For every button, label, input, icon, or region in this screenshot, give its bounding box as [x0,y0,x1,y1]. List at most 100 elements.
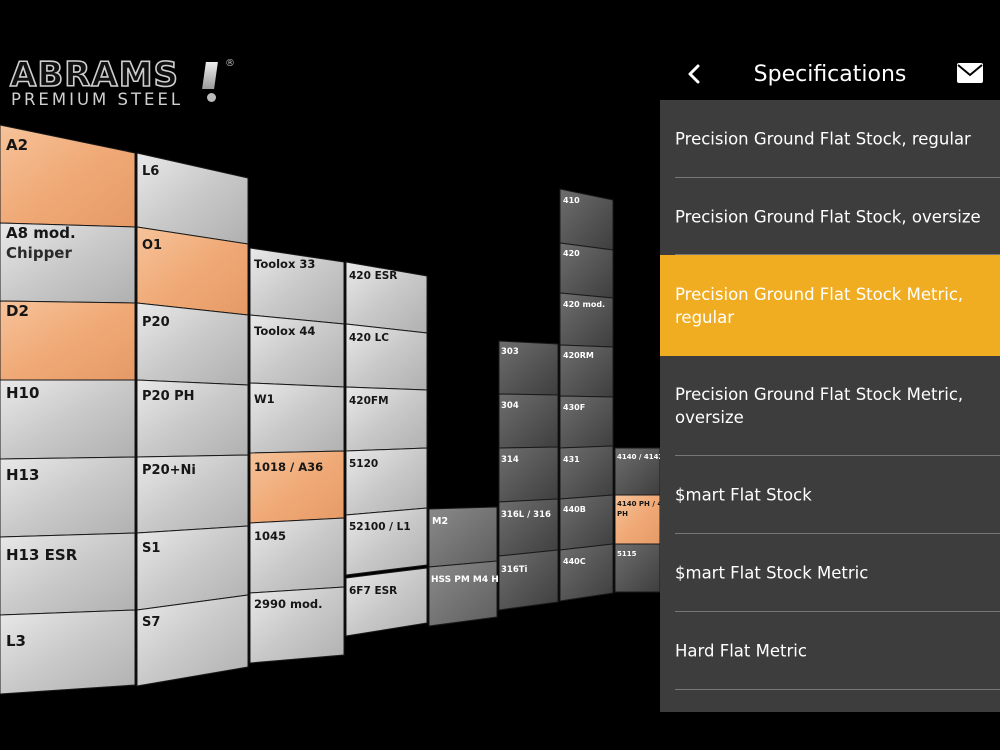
grade-tile[interactable]: 304 [498,393,559,449]
grade-tile[interactable]: 316L / 316 [498,498,559,557]
grade-tile[interactable]: 431 [559,445,614,500]
spec-item[interactable]: Hard Flat Metric [660,612,1000,690]
grade-tile-label: 316L / 316 [501,510,551,520]
grade-tile-label: 52100 / L1 [349,521,411,533]
grade-tile[interactable]: D2 [0,300,136,381]
grade-tile[interactable]: 430F [559,395,614,449]
grade-tile[interactable]: 1018 / A36 [249,450,345,524]
grade-tile-label: L3 [6,632,26,650]
grade-tile[interactable]: 316Ti [498,549,559,611]
grade-tile[interactable]: Toolox 33 [249,247,345,325]
grade-tile-label: 316Ti [501,565,528,575]
grade-tile-label: P20+Ni [142,463,196,478]
grade-tile[interactable]: H13 [0,456,136,538]
spec-item[interactable]: Precision Ground Flat Stock, regular [660,100,1000,178]
grade-tile[interactable]: Toolox 44 [249,314,345,388]
grade-tile[interactable]: 410 [559,188,614,251]
grade-tile-label: 420 [563,249,580,258]
spec-item-label: Precision Ground Flat Stock Metric, over… [675,385,964,427]
grade-tile[interactable]: 440B [559,494,614,551]
grade-tile-label: 4140 / 4142 [617,453,664,461]
grade-tile-label: 304 [501,401,519,411]
grade-tile[interactable]: 314 [498,446,559,503]
grade-tile-label: 420 LC [349,332,389,344]
spec-item-label: $mart Flat Stock Metric [675,563,869,583]
grade-tile[interactable]: P20 PH [136,379,249,458]
spec-item-label: $mart Flat Stock [675,485,812,505]
grade-tile-label: 430F [563,403,585,412]
grade-tile[interactable]: 440C [559,543,614,602]
spec-item[interactable]: $mart Flat Stock Metric [660,534,1000,612]
grade-tile-face [498,549,559,611]
grade-tile-label: 420RM [563,351,594,360]
grade-tile[interactable]: 2990 mod. [249,586,345,664]
grade-tile-label: S1 [142,541,160,556]
grade-tile-label: P20 PH [142,389,195,404]
grade-tile[interactable]: 420 mod. [559,292,614,348]
grade-tile[interactable]: HSS PM M4 HC [428,560,506,627]
grade-tile[interactable]: A2 [0,124,136,228]
grade-tile[interactable]: W1 [249,382,345,454]
grade-tile-label: 1018 / A36 [254,460,323,474]
spec-item[interactable]: Precision Ground Flat Stock, oversize [660,178,1000,255]
grade-tile-face [345,567,428,637]
spec-item[interactable]: Precision Ground Flat Stock Metric, regu… [660,255,1000,356]
grade-tile-label: S7 [142,615,160,630]
grade-tile[interactable]: H13 ESR [0,532,136,616]
grade-tile-face [559,445,614,500]
grade-tile-label: H13 ESR [6,546,78,564]
grade-tile-label: 420 mod. [563,300,605,309]
grade-tile-label: 314 [501,455,519,465]
grade-tile[interactable]: A8 mod. Chipper [0,222,136,304]
grade-tile[interactable]: P20 [136,302,249,386]
specifications-header: Specifications [660,0,1000,100]
grade-tile[interactable]: 52100 / L1 [345,507,428,576]
grade-tile[interactable]: S7 [136,594,249,687]
grade-tile[interactable]: L3 [0,609,136,695]
grade-tile-label: L6 [142,164,159,179]
grade-tile[interactable]: 5115 [614,543,661,593]
grade-tile-face [559,494,614,551]
grade-tile-label: 2990 mod. [254,597,323,611]
grade-tile-label: 420 ESR [349,270,397,282]
spec-item[interactable]: Precision Ground Flat Stock Metric, over… [660,356,1000,456]
grade-tile-label: A8 mod. [6,224,76,242]
grade-tile-label: Toolox 44 [254,324,315,338]
grade-tile[interactable]: 420 ESR [345,261,428,334]
spec-item-label: Precision Ground Flat Stock Metric, regu… [675,284,964,327]
grade-tile[interactable]: 5120 [345,447,428,516]
grade-tile[interactable]: P20+Ni [136,454,249,534]
spec-item-label: Precision Ground Flat Stock, regular [675,129,971,149]
spec-item-label: Precision Ground Flat Stock, oversize [675,207,981,226]
grade-tile-face [345,507,428,576]
grade-tile[interactable]: 420 [559,242,614,299]
grade-tile[interactable]: 420 LC [345,323,428,391]
grade-tile[interactable]: 4140 / 4142 [614,447,664,496]
grade-tile-label: H10 [6,384,39,402]
page-title: Specifications [753,62,907,87]
spec-item[interactable]: $mart Flat Stock [660,456,1000,534]
grade-tile[interactable]: 6F7 ESR [345,567,428,637]
grade-tile-label: M2 [432,516,448,527]
grade-tile[interactable]: M2 [428,506,498,568]
grade-tile-label: W1 [254,392,275,406]
grade-tile[interactable]: 1045 [249,517,345,594]
grade-tile-label: 420FM [349,395,389,407]
grade-tile-label: 5115 [617,550,637,558]
grade-tile-label: A2 [6,136,28,154]
grade-tile-face [428,560,498,627]
grade-tile-face [559,543,614,602]
grade-tile-label: 6F7 ESR [349,585,397,597]
grade-tile[interactable]: H10 [0,379,136,460]
grade-tile-label: H13 [6,466,39,484]
grade-tile[interactable]: 420FM [345,386,428,452]
grade-tile-label: 410 [563,196,580,205]
specifications-list: Precision Ground Flat Stock, regular Prec… [660,100,1000,712]
grade-tile-label: 5120 [349,458,378,470]
mail-button[interactable] [956,62,986,86]
envelope-icon [957,63,983,83]
grade-tile[interactable]: 303 [498,340,559,396]
grade-tile-label: HSS PM M4 HC [431,575,506,585]
grade-tile-label: D2 [6,302,29,320]
grade-tile[interactable]: 420RM [559,344,614,398]
